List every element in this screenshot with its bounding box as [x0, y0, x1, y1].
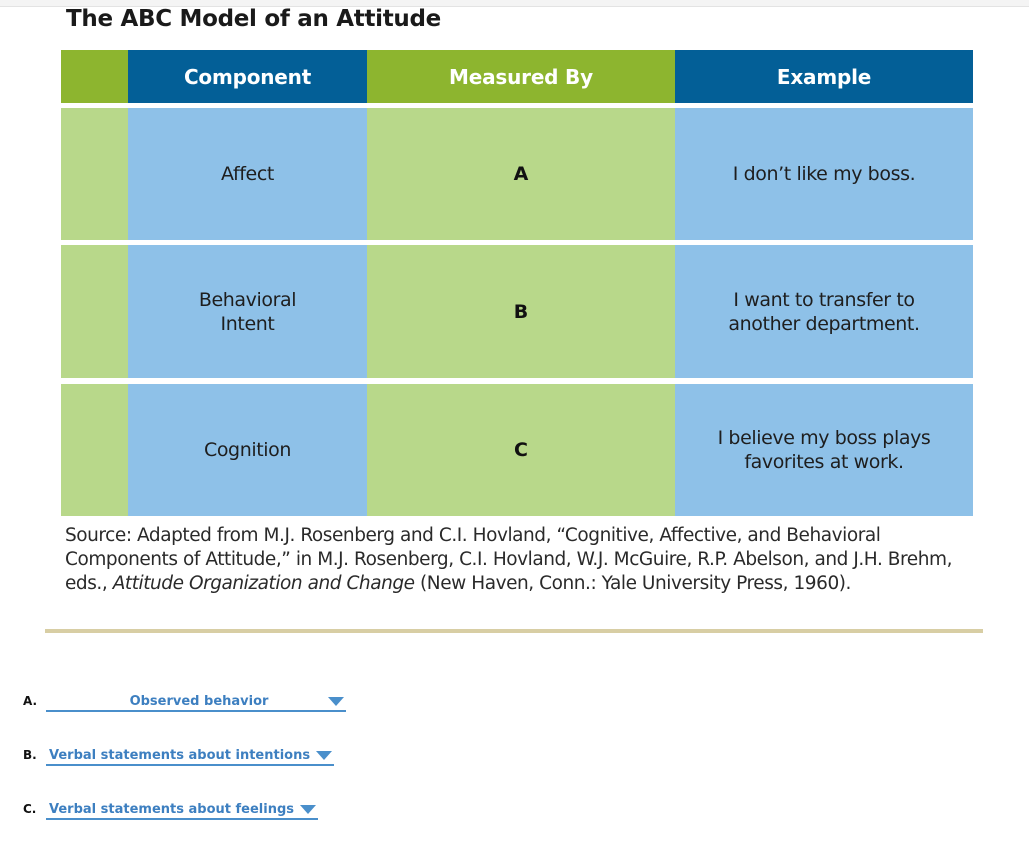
divider-rule	[45, 629, 983, 633]
measured-by-cell: C	[367, 384, 675, 516]
dropdown-selected-value: Verbal statements about feelings	[49, 801, 294, 817]
header-example: Example	[675, 50, 973, 103]
example-cell: I don’t like my boss.	[675, 108, 973, 240]
component-cell: Affect	[128, 108, 367, 240]
table-row: Affect A I don’t like my boss.	[61, 108, 973, 240]
row-spacer-cell	[61, 245, 128, 378]
header-measured-by: Measured By	[367, 50, 675, 103]
header-spacer-cell	[61, 50, 128, 103]
measured-by-cell: B	[367, 245, 675, 378]
source-book-title: Attitude Organization and Change	[112, 573, 415, 594]
row-spacer-cell	[61, 384, 128, 516]
question-a: A. Observed behavior	[23, 692, 346, 712]
example-cell: I want to transfer to another department…	[675, 245, 973, 378]
answer-b-dropdown[interactable]: Verbal statements about intentions	[46, 746, 335, 766]
dropdown-selected-value: Verbal statements about intentions	[49, 747, 311, 763]
measured-by-cell: A	[367, 108, 675, 240]
dropdown-selected-value: Observed behavior	[129, 693, 269, 709]
component-cell: Cognition	[128, 384, 367, 516]
source-caption: Source: Adapted from M.J. Rosenberg and …	[65, 525, 953, 594]
question-b: B. Verbal statements about intentions	[23, 746, 335, 766]
question-letter: A.	[23, 694, 38, 708]
example-cell: I believe my boss plays favorites at wor…	[675, 384, 973, 516]
table-row: Behavioral Intent B I want to transfer t…	[61, 245, 973, 378]
row-spacer-cell	[61, 108, 128, 240]
table-row: Cognition C I believe my boss plays favo…	[61, 384, 973, 516]
answer-a-dropdown[interactable]: Observed behavior	[46, 692, 346, 712]
header-component: Component	[128, 50, 367, 103]
table-header-row: Component Measured By Example	[61, 50, 973, 103]
answer-c-dropdown[interactable]: Verbal statements about feelings	[46, 800, 318, 820]
question-letter: C.	[23, 802, 37, 816]
dropdown-arrow-icon[interactable]	[328, 696, 344, 706]
question-letter: B.	[23, 748, 37, 762]
figure-title: The ABC Model of an Attitude	[66, 6, 441, 32]
component-cell: Behavioral Intent	[128, 245, 367, 378]
question-c: C. Verbal statements about feelings	[23, 800, 318, 820]
dropdown-arrow-icon[interactable]	[300, 804, 316, 814]
dropdown-arrow-icon[interactable]	[316, 750, 333, 760]
